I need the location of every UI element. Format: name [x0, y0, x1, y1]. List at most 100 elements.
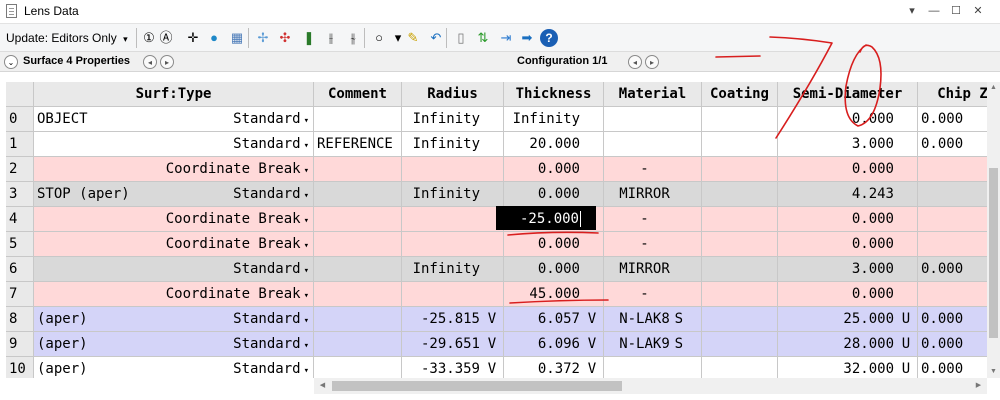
comment-cell[interactable] — [314, 307, 402, 332]
comment-cell[interactable] — [314, 332, 402, 357]
comment-cell[interactable] — [314, 157, 402, 182]
thickness-cell[interactable]: 0.000 — [504, 232, 604, 257]
scroll-up-icon[interactable]: ▲ — [987, 82, 1000, 94]
material-cell[interactable]: - — [604, 232, 702, 257]
next-config-button[interactable]: ▸ — [645, 55, 659, 69]
column-header[interactable]: Semi-Diameter — [778, 82, 918, 107]
table-row[interactable]: 6 Standard ▾ Infinity 0.000 MIRROR 3.000 0.000 — [6, 257, 987, 282]
vertical-scroll-thumb[interactable] — [989, 168, 998, 338]
prev-surface-button[interactable]: ◂ — [143, 55, 157, 69]
column-header[interactable]: Comment — [314, 82, 402, 107]
crosshair-icon[interactable]: ✛ — [184, 29, 202, 47]
coating-cell[interactable] — [702, 107, 778, 132]
arrows-in-icon[interactable]: ⇥ — [497, 29, 515, 47]
chip-zone-cell[interactable]: 0.000 — [918, 357, 987, 378]
comment-cell[interactable] — [314, 357, 402, 378]
chip-zone-cell[interactable] — [918, 282, 987, 307]
surf-type-cell[interactable]: Coordinate Break ▾ — [34, 282, 314, 307]
surface-type-dropdown[interactable]: Standard ▾ — [233, 257, 309, 281]
lens-group-icon[interactable]: ❚ — [300, 29, 318, 47]
chip-zone-cell[interactable]: 0.000 — [918, 332, 987, 357]
column-header[interactable]: Chip Z — [918, 82, 987, 107]
thickness-cell[interactable]: 6.057 V — [504, 307, 604, 332]
undo-arrow-icon[interactable]: ↶ — [427, 29, 445, 47]
chip-zone-cell[interactable]: 0.000 — [918, 132, 987, 157]
surf-type-cell[interactable]: STOP (aper) Standard ▾ — [34, 182, 314, 207]
coating-cell[interactable] — [702, 307, 778, 332]
horizontal-scrollbar[interactable]: ◀ ▶ — [314, 378, 987, 394]
table-row[interactable]: 10 (aper) Standard ▾ -33.359 V 0.372 V 32.000 U 0.… — [6, 357, 987, 378]
semi-diameter-cell[interactable]: 28.000 U — [778, 332, 918, 357]
scroll-down-icon[interactable]: ▼ — [987, 366, 1000, 378]
insert-surface-icon[interactable]: ✢ — [254, 29, 272, 47]
semi-diameter-cell[interactable]: 0.000 — [778, 207, 918, 232]
material-cell[interactable]: MIRROR — [604, 257, 702, 282]
thickness-edit-input[interactable]: -25.000 — [496, 206, 596, 230]
comment-cell[interactable] — [314, 107, 402, 132]
comment-cell[interactable]: REFERENCE — [314, 132, 402, 157]
surf-type-cell[interactable]: (aper) Standard ▾ — [34, 357, 314, 378]
coating-cell[interactable] — [702, 132, 778, 157]
row-index[interactable]: 2 — [6, 157, 34, 182]
radius-cell[interactable]: Infinity — [402, 182, 504, 207]
radius-cell[interactable] — [402, 157, 504, 182]
radius-cell[interactable] — [402, 232, 504, 257]
comment-cell[interactable] — [314, 182, 402, 207]
row-index[interactable]: 9 — [6, 332, 34, 357]
material-cell[interactable]: N-LAK8 S — [604, 307, 702, 332]
surface-type-dropdown[interactable]: Standard ▾ — [233, 307, 309, 331]
thickness-cell[interactable]: 0.000 — [504, 182, 604, 207]
constant-1-icon[interactable]: ① — [140, 29, 158, 47]
semi-diameter-cell[interactable]: 4.243 — [778, 182, 918, 207]
horizontal-scroll-thumb[interactable] — [332, 381, 622, 391]
surface-type-dropdown[interactable]: Standard ▾ — [233, 132, 309, 156]
surf-type-cell[interactable]: OBJECT Standard ▾ — [34, 107, 314, 132]
material-cell[interactable] — [604, 107, 702, 132]
radius-cell[interactable]: Infinity — [402, 257, 504, 282]
semi-diameter-cell[interactable]: 3.000 — [778, 132, 918, 157]
row-index[interactable]: 3 — [6, 182, 34, 207]
menu-dropdown-button[interactable]: ▾ — [902, 2, 922, 20]
surf-type-cell[interactable]: (aper) Standard ▾ — [34, 307, 314, 332]
table-row[interactable]: 9 (aper) Standard ▾ -29.651 V 6.096 V N-LAK9 S 28.… — [6, 332, 987, 357]
coating-cell[interactable] — [702, 332, 778, 357]
help-icon[interactable]: ? — [540, 29, 558, 47]
vertical-scrollbar[interactable]: ▲ ▼ — [987, 82, 1000, 378]
radius-cell[interactable]: -33.359 V — [402, 357, 504, 378]
thickness-cell[interactable]: Infinity — [504, 107, 604, 132]
surf-type-cell[interactable]: Standard ▾ — [34, 132, 314, 157]
fold-mirror-icon[interactable]: ⫲ — [322, 29, 340, 47]
row-index[interactable]: 0 — [6, 107, 34, 132]
chip-zone-cell[interactable] — [918, 157, 987, 182]
material-cell[interactable] — [604, 132, 702, 157]
table-row[interactable]: 2 Coordinate Break ▾ 0.000 - 0.000 — [6, 157, 987, 182]
radius-cell[interactable] — [402, 207, 504, 232]
constant-a-icon[interactable]: Ⓐ — [157, 29, 175, 47]
material-cell[interactable]: N-LAK9 S — [604, 332, 702, 357]
column-header[interactable]: Material — [604, 82, 702, 107]
comment-cell[interactable] — [314, 207, 402, 232]
coating-cell[interactable] — [702, 232, 778, 257]
close-button[interactable]: ✕ — [968, 2, 988, 20]
semi-diameter-cell[interactable]: 0.000 — [778, 282, 918, 307]
page-icon[interactable]: ▯ — [452, 29, 470, 47]
thickness-cell[interactable]: 45.000 — [504, 282, 604, 307]
column-header[interactable]: Surf:Type — [34, 82, 314, 107]
semi-diameter-cell[interactable]: 0.000 — [778, 232, 918, 257]
material-cell[interactable]: - — [604, 157, 702, 182]
surface-type-dropdown[interactable]: Standard ▾ — [233, 182, 309, 206]
radius-cell[interactable]: -25.815 V — [402, 307, 504, 332]
semi-diameter-cell[interactable]: 25.000 U — [778, 307, 918, 332]
surf-type-cell[interactable]: Coordinate Break ▾ — [34, 157, 314, 182]
next-surface-button[interactable]: ▸ — [160, 55, 174, 69]
comment-cell[interactable] — [314, 232, 402, 257]
row-index[interactable]: 10 — [6, 357, 34, 378]
scroll-right-icon[interactable]: ▶ — [972, 380, 985, 392]
coating-cell[interactable] — [702, 257, 778, 282]
chip-zone-cell[interactable] — [918, 182, 987, 207]
surf-type-cell[interactable]: Coordinate Break ▾ — [34, 232, 314, 257]
coating-cell[interactable] — [702, 282, 778, 307]
row-index[interactable]: 5 — [6, 232, 34, 257]
comment-cell[interactable] — [314, 257, 402, 282]
scroll-left-icon[interactable]: ◀ — [316, 380, 329, 392]
